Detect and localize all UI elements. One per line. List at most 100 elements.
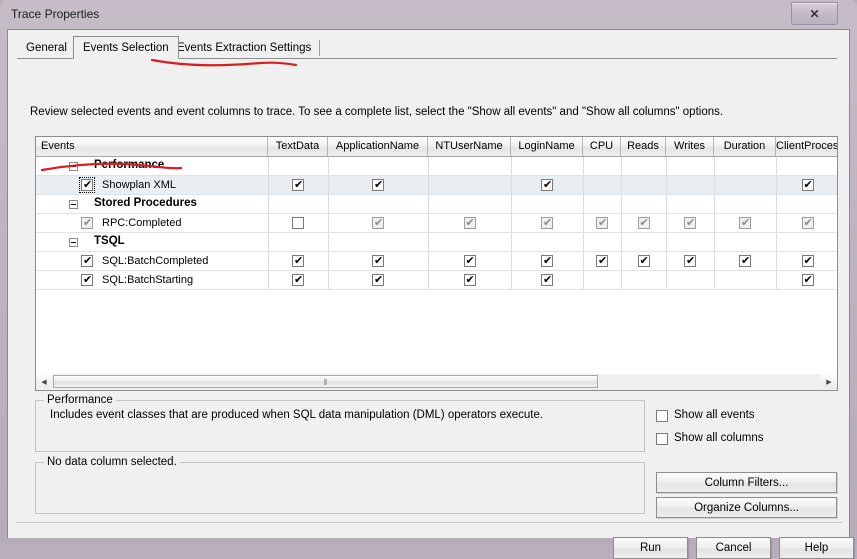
event-enabled-checkbox[interactable]: ✔	[81, 217, 93, 229]
show-all-events-label: Show all events	[674, 409, 755, 421]
grid-event-row[interactable]: ✔ SQL:BatchCompleted ✔ ✔ ✔ ✔ ✔ ✔ ✔ ✔ ✔	[36, 252, 837, 271]
grid-column-header[interactable]: Duration	[714, 137, 776, 156]
event-column-checkbox[interactable]: ✔	[637, 255, 650, 267]
checkmark-icon: ✔	[465, 216, 475, 229]
event-column-checkbox[interactable]: ✔	[637, 217, 650, 229]
event-column-checkbox[interactable]: ✔	[463, 255, 476, 267]
grid-group-row[interactable]: Stored Procedures	[36, 195, 837, 214]
grid-column-divider	[666, 214, 667, 233]
event-column-checkbox[interactable]: ✔	[801, 179, 814, 191]
grid-column-header[interactable]: TextData	[268, 137, 328, 156]
grid-column-divider	[666, 157, 667, 176]
close-button[interactable]: ✕	[791, 2, 838, 25]
organize-columns-button[interactable]: Organize Columns...	[656, 497, 837, 518]
organize-columns-label: Organize Columns...	[694, 501, 799, 514]
trace-properties-window: Trace Properties ✕ General Events Select…	[0, 0, 857, 559]
show-all-events-box[interactable]	[656, 410, 668, 422]
checkmark-icon: ✔	[374, 216, 384, 229]
event-column-checkbox[interactable]: ✔	[684, 255, 696, 267]
event-column-checkbox[interactable]: ✔	[801, 255, 814, 267]
tab-events-extraction-settings[interactable]: Events Extraction Settings	[168, 38, 321, 58]
grid-column-divider	[666, 252, 667, 271]
event-column-checkbox[interactable]: ✔	[801, 274, 814, 286]
event-column-checkbox[interactable]	[292, 217, 304, 229]
event-column-checkbox[interactable]: ✔	[372, 179, 384, 191]
event-column-checkbox[interactable]: ✔	[463, 274, 476, 286]
grid-group-label: Stored Procedures	[94, 197, 197, 209]
show-all-columns-box[interactable]	[656, 433, 668, 445]
grid-row-divider	[36, 289, 837, 290]
event-enabled-checkbox[interactable]: ✔	[81, 274, 93, 286]
column-filters-button[interactable]: Column Filters...	[656, 472, 837, 493]
grid-column-divider	[328, 214, 329, 233]
column-filters-label: Column Filters...	[704, 476, 789, 489]
event-column-checkbox[interactable]: ✔	[739, 217, 751, 229]
run-button[interactable]: Run	[613, 537, 688, 559]
event-column-checkbox[interactable]: ✔	[292, 179, 304, 191]
tab-strip: General Events Selection Events Extracti…	[17, 36, 837, 59]
grid-column-divider	[776, 233, 777, 252]
event-column-checkbox[interactable]: ✔	[463, 216, 476, 229]
event-column-checkbox[interactable]: ✔	[372, 217, 384, 229]
event-column-checkbox[interactable]: ✔	[372, 255, 384, 267]
checkmark-icon: ✔	[741, 254, 751, 267]
grid-column-header[interactable]: ClientProcess	[776, 137, 837, 156]
event-column-checkbox[interactable]: ✔	[372, 274, 384, 286]
grid-header-row: Events TextData ApplicationName NTUserName L…	[36, 137, 837, 157]
collapse-minus-icon[interactable]	[69, 238, 78, 247]
event-column-checkbox[interactable]: ✔	[292, 255, 304, 267]
event-column-checkbox[interactable]: ✔	[541, 255, 553, 267]
grid-event-row[interactable]: ✔ SQL:BatchStarting ✔ ✔ ✔ ✔ ✔	[36, 271, 837, 290]
event-enabled-checkbox[interactable]: ✔	[81, 179, 93, 191]
grid-column-divider	[511, 252, 512, 271]
grid-column-header[interactable]: Writes	[666, 137, 714, 156]
event-column-checkbox[interactable]: ✔	[596, 217, 608, 229]
grid-column-divider	[666, 195, 667, 214]
event-info-panel: Performance Includes event classes that …	[35, 394, 645, 452]
event-column-checkbox[interactable]: ✔	[541, 274, 553, 286]
grid-group-row[interactable]: Performance	[36, 157, 837, 176]
event-column-checkbox[interactable]: ✔	[292, 274, 304, 286]
event-column-checkbox[interactable]: ✔	[739, 255, 751, 267]
collapse-minus-icon[interactable]	[69, 200, 78, 209]
events-grid[interactable]: Events TextData ApplicationName NTUserName L…	[35, 136, 838, 391]
grid-event-row[interactable]: ✔ Showplan XML ✔ ✔ ✔ ✔	[36, 176, 837, 195]
checkmark-icon: ✔	[686, 216, 696, 229]
scrollbar-grip-icon: ⦀	[323, 378, 328, 387]
checkmark-icon: ✔	[598, 216, 608, 229]
event-column-checkbox[interactable]: ✔	[596, 255, 608, 267]
checkmark-icon: ✔	[83, 273, 93, 286]
grid-column-divider	[583, 195, 584, 214]
grid-column-header[interactable]: Reads	[621, 137, 666, 156]
grid-column-header[interactable]: LoginName	[511, 137, 583, 156]
grid-horizontal-scrollbar[interactable]: ◀ ⦀ ▶	[35, 374, 838, 391]
scrollbar-thumb[interactable]: ⦀	[53, 375, 598, 388]
grid-group-row[interactable]: TSQL	[36, 233, 837, 252]
collapse-minus-icon[interactable]	[69, 162, 78, 171]
column-info-title: No data column selected.	[44, 456, 180, 468]
footer-divider	[16, 522, 842, 523]
checkmark-icon: ✔	[83, 254, 93, 267]
tab-events-selection[interactable]: Events Selection	[73, 36, 179, 59]
grid-event-label: Showplan XML	[102, 179, 176, 191]
grid-event-row[interactable]: ✔ RPC:Completed ✔ ✔ ✔ ✔ ✔ ✔ ✔ ✔	[36, 214, 837, 233]
scroll-left-icon[interactable]: ◀	[36, 374, 52, 389]
cancel-button[interactable]: Cancel	[696, 537, 771, 559]
event-column-checkbox[interactable]: ✔	[541, 217, 553, 229]
grid-column-divider	[714, 233, 715, 252]
scroll-right-icon[interactable]: ▶	[821, 374, 837, 389]
event-enabled-checkbox[interactable]: ✔	[81, 255, 93, 267]
event-column-checkbox[interactable]: ✔	[801, 217, 814, 229]
grid-column-header[interactable]: NTUserName	[428, 137, 511, 156]
grid-column-divider	[511, 271, 512, 290]
event-column-checkbox[interactable]: ✔	[684, 217, 696, 229]
grid-column-header[interactable]: ApplicationName	[328, 137, 428, 156]
grid-column-header[interactable]: Events	[36, 137, 268, 156]
grid-column-header[interactable]: CPU	[583, 137, 621, 156]
tab-general[interactable]: General	[17, 38, 76, 58]
event-column-checkbox[interactable]: ✔	[541, 179, 553, 191]
grid-column-divider	[621, 271, 622, 290]
grid-column-divider	[268, 195, 269, 214]
checkmark-icon: ✔	[294, 254, 304, 267]
help-button[interactable]: Help	[779, 537, 854, 559]
